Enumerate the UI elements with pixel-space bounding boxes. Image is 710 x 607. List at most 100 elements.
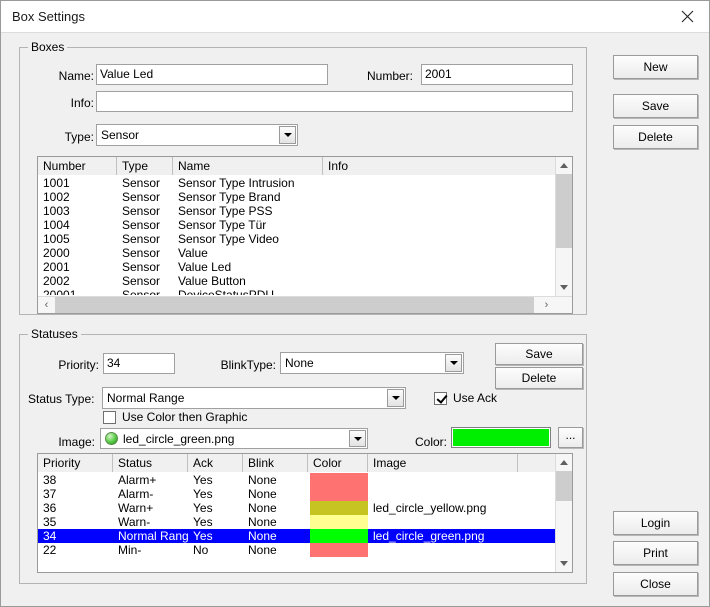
boxes-cell-number: 20001 (43, 288, 77, 295)
boxes-table-row[interactable]: 1001 Sensor Sensor Type Intrusion (38, 176, 572, 190)
status-type-combobox-value: Normal Range (107, 391, 185, 405)
statuses-cell-color-swatch (310, 487, 368, 501)
boxes-cell-info (323, 246, 556, 260)
boxes-col-type[interactable]: Type (117, 157, 173, 175)
info-label: Info: (70, 96, 94, 110)
number-input[interactable]: 2001 (421, 64, 573, 85)
name-input[interactable]: Value Led (96, 64, 328, 85)
save-button[interactable]: Save (613, 94, 698, 118)
statuses-listview[interactable]: Priority Status Ack Blink Color Image 38… (37, 453, 573, 573)
close-icon[interactable] (665, 1, 709, 32)
chevron-down-icon[interactable] (279, 126, 296, 144)
scroll-left-icon[interactable]: ‹ (38, 297, 55, 313)
boxes-cell-type: Sensor (122, 260, 161, 274)
chevron-down-icon[interactable] (349, 430, 366, 447)
boxes-table-row[interactable]: 20001 Sensor DeviceStatusPDU (38, 288, 572, 295)
boxes-cell-info (323, 288, 556, 295)
priority-input[interactable]: 34 (103, 353, 175, 374)
boxes-cell-number: 2001 (43, 260, 70, 274)
statuses-col-ack[interactable]: Ack (188, 454, 243, 472)
statuses-cell-image (368, 515, 518, 529)
scroll-up-icon[interactable] (556, 157, 572, 174)
scroll-down-icon[interactable] (556, 555, 572, 572)
statuses-scroll-thumb[interactable] (556, 471, 572, 501)
delete-button[interactable]: Delete (613, 125, 698, 149)
statuses-cell-color-swatch (310, 501, 368, 515)
boxes-horizontal-scrollbar[interactable]: ‹ › (38, 296, 572, 313)
statuses-col-status[interactable]: Status (113, 454, 188, 472)
statuses-col-color[interactable]: Color (308, 454, 368, 472)
color-picker-button[interactable]: ... (558, 427, 583, 448)
statuses-save-button[interactable]: Save (495, 343, 583, 365)
statuses-col-blink[interactable]: Blink (243, 454, 308, 472)
statuses-table-row[interactable]: 38 Alarm+ Yes None (38, 473, 572, 487)
color-swatch[interactable] (451, 427, 551, 448)
boxes-cell-name: Sensor Type Intrusion (178, 176, 295, 190)
chevron-down-icon[interactable] (445, 354, 462, 372)
window-title: Box Settings (12, 9, 85, 24)
image-combobox-value: led_circle_green.png (123, 432, 235, 446)
boxes-table-row[interactable]: 2002 Sensor Value Button (38, 274, 572, 288)
boxes-table-row[interactable]: 1002 Sensor Sensor Type Brand (38, 190, 572, 204)
blinktype-combobox[interactable]: None (280, 352, 464, 374)
boxes-cell-info (323, 176, 556, 190)
boxes-cell-number: 1004 (43, 218, 70, 232)
boxes-cell-type: Sensor (122, 218, 161, 232)
use-color-then-graphic-checkbox[interactable]: Use Color then Graphic (103, 410, 247, 424)
chevron-down-icon[interactable] (387, 389, 404, 407)
use-ack-checkbox[interactable]: Use Ack (434, 391, 497, 405)
boxes-vertical-scrollbar[interactable] (555, 157, 572, 296)
status-type-combobox[interactable]: Normal Range (102, 387, 406, 409)
statuses-cell-priority: 22 (43, 543, 57, 557)
boxes-table-row[interactable]: 2001 Sensor Value Led (38, 260, 572, 274)
statuses-table-row[interactable]: 36 Warn+ Yes None led_circle_yellow.png (38, 501, 572, 515)
box-settings-window: Box Settings Boxes Name: Value Led Numbe… (0, 0, 710, 607)
boxes-listview-header: Number Type Name Info (38, 157, 572, 175)
name-label: Name: (58, 69, 94, 83)
boxes-col-number[interactable]: Number (38, 157, 117, 175)
boxes-table-row[interactable]: 2000 Sensor Value (38, 246, 572, 260)
boxes-cell-number: 2000 (43, 246, 70, 260)
statuses-col-priority[interactable]: Priority (38, 454, 113, 472)
statuses-cell-status: Min- (118, 543, 142, 557)
use-color-then-graphic-label: Use Color then Graphic (122, 410, 248, 424)
boxes-hscroll-thumb[interactable] (55, 297, 534, 313)
boxes-cell-type: Sensor (122, 176, 161, 190)
boxes-scroll-thumb[interactable] (556, 174, 572, 248)
statuses-col-extra[interactable] (518, 454, 556, 472)
info-input[interactable] (96, 91, 573, 112)
statuses-cell-priority: 34 (43, 529, 57, 543)
statuses-cell-image (368, 543, 518, 557)
boxes-table-row[interactable]: 1005 Sensor Sensor Type Video (38, 232, 572, 246)
boxes-table-row[interactable]: 1004 Sensor Sensor Type Tür (38, 218, 572, 232)
login-button[interactable]: Login (613, 511, 698, 535)
statuses-cell-color-swatch (310, 529, 368, 543)
boxes-col-info[interactable]: Info (323, 157, 556, 175)
scroll-right-icon[interactable]: › (538, 297, 555, 313)
boxes-cell-name: Sensor Type Video (178, 232, 279, 246)
boxes-listview[interactable]: Number Type Name Info 1001 Sensor Sensor T… (37, 156, 573, 314)
boxes-col-name[interactable]: Name (173, 157, 323, 175)
scroll-down-icon[interactable] (556, 279, 572, 296)
statuses-table-row[interactable]: 34 Normal Range Yes None led_circle_green.pn… (38, 529, 572, 543)
statuses-cell-image: led_circle_yellow.png (373, 501, 487, 515)
statuses-delete-button[interactable]: Delete (495, 367, 583, 389)
boxes-cell-info (323, 218, 556, 232)
statuses-table-row[interactable]: 35 Warn- Yes None (38, 515, 572, 529)
image-label: Image: (58, 435, 95, 449)
new-button[interactable]: New (613, 55, 698, 79)
statuses-table-row[interactable]: 37 Alarm- Yes None (38, 487, 572, 501)
statuses-col-image[interactable]: Image (368, 454, 518, 472)
type-combobox[interactable]: Sensor (96, 124, 298, 146)
scroll-up-icon[interactable] (556, 454, 572, 471)
boxes-table-row[interactable]: 1003 Sensor Sensor Type PSS (38, 204, 572, 218)
blinktype-label: BlinkType: (220, 358, 276, 372)
use-ack-label: Use Ack (453, 391, 498, 405)
image-combobox[interactable]: led_circle_green.png (100, 428, 368, 449)
boxes-cell-info (323, 204, 556, 218)
statuses-table-row[interactable]: 22 Min- No None (38, 543, 572, 557)
statuses-vertical-scrollbar[interactable] (555, 454, 572, 572)
close-window-button[interactable]: Close (613, 572, 698, 596)
statuses-cell-image (368, 473, 518, 487)
print-button[interactable]: Print (613, 541, 698, 565)
